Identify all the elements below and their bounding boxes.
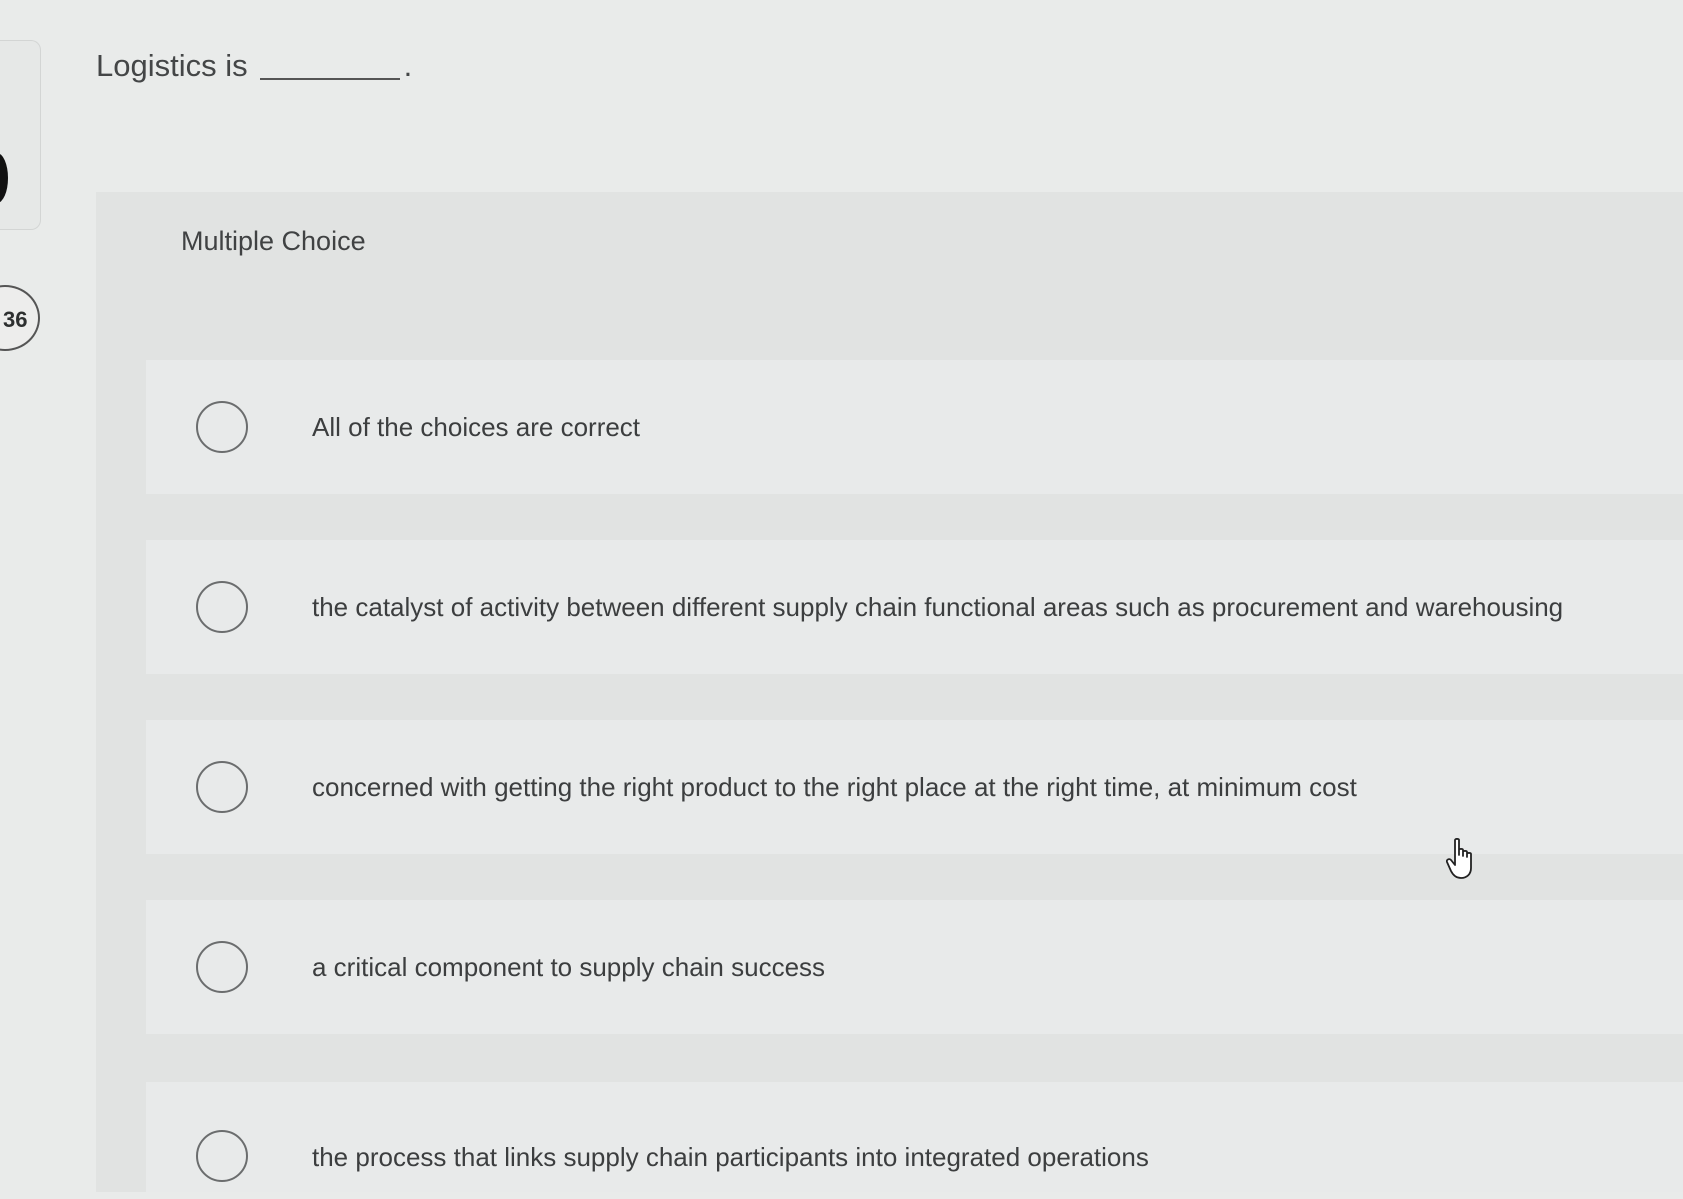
side-navigation-rail [0, 40, 41, 230]
radio-button[interactable] [196, 1130, 248, 1182]
question-stem-text: Logistics is [96, 48, 248, 83]
answer-option-label: a critical component to supply chain suc… [312, 952, 826, 982]
answer-option-5[interactable]: the process that links supply chain part… [146, 1082, 1683, 1192]
answer-option-label: All of the choices are correct [312, 412, 641, 442]
question-number-badge[interactable]: 36 [0, 285, 40, 351]
answer-option-1[interactable]: All of the choices are correct [146, 360, 1683, 494]
question-stem: Logistics is. [96, 48, 412, 84]
multiple-choice-label: Multiple Choice [181, 226, 366, 256]
hand-pointer-icon [1446, 838, 1472, 879]
radio-button[interactable] [196, 941, 248, 993]
rail-indicator [0, 153, 8, 203]
multiple-choice-panel: Multiple Choice All of the choices are c… [96, 192, 1683, 1192]
answer-blank [259, 78, 400, 80]
answer-option-label: the process that links supply chain part… [312, 1142, 1149, 1172]
answer-option-2[interactable]: the catalyst of activity between differe… [146, 540, 1683, 674]
radio-button[interactable] [196, 401, 248, 453]
question-number: 36 [3, 307, 28, 332]
answer-option-label: the catalyst of activity between differe… [312, 592, 1564, 622]
radio-button[interactable] [196, 581, 248, 633]
answer-option-3[interactable]: concerned with getting the right product… [146, 720, 1683, 854]
question-stem-suffix: . [403, 48, 413, 83]
radio-button[interactable] [196, 761, 248, 813]
answer-option-4[interactable]: a critical component to supply chain suc… [146, 900, 1683, 1034]
answer-option-label: concerned with getting the right product… [312, 772, 1357, 802]
